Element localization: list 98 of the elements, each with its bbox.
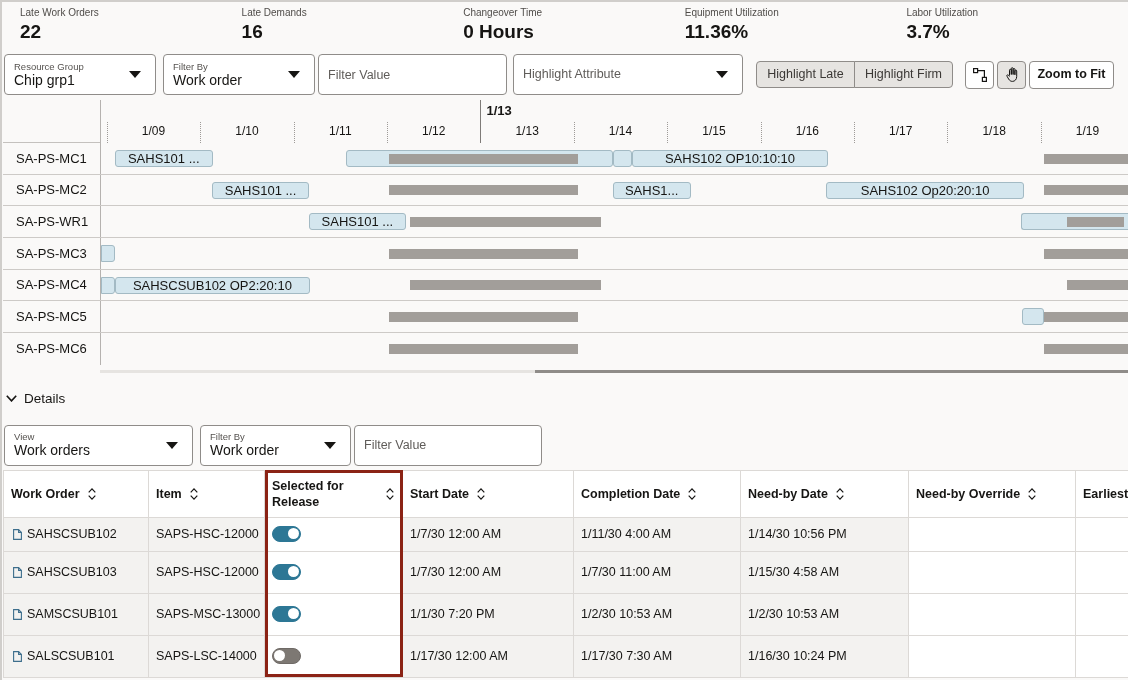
document-icon: [13, 650, 22, 662]
caret-icon: [166, 441, 178, 449]
kpi-label: Labor Utilization: [906, 6, 979, 20]
work-order-link[interactable]: SAHSCSUB103: [27, 564, 117, 580]
resource-label: SA-PS-WR1: [16, 213, 89, 230]
table-cell: 1/17/30 12:00 AM: [402, 635, 574, 678]
highlight-button[interactable]: Highlight Late: [756, 61, 855, 88]
table-cell: 1/16/30 10:24 PM: [740, 635, 909, 678]
table-cell: 1/17/30 7:30 AM: [573, 635, 741, 678]
work-order-link[interactable]: SAMSCSUB101: [27, 606, 118, 622]
kpi-value: 22: [20, 20, 42, 44]
task-bar[interactable]: SAHS102 OP10:10:10: [632, 150, 828, 167]
column-header[interactable]: Need-by Override: [908, 470, 1076, 518]
column-header[interactable]: Item: [148, 470, 265, 518]
toggle-switch[interactable]: [272, 606, 301, 623]
kpi-label: Changeover Time: [463, 6, 543, 20]
toggle-switch[interactable]: [272, 526, 301, 543]
current-date-label: 1/13: [486, 103, 512, 118]
details-toggle[interactable]: Details: [6, 390, 66, 407]
view-select[interactable]: View Work orders: [4, 424, 193, 466]
resource-label: SA-PS-MC1: [16, 150, 87, 167]
elbow-connector-icon: [972, 67, 987, 82]
highlight-attribute-select[interactable]: Highlight Attribute: [513, 54, 743, 95]
filter-by-select[interactable]: Filter By Work order: [200, 424, 351, 466]
toggle-switch[interactable]: [272, 648, 301, 665]
date-label: 1/09: [141, 124, 166, 138]
task-bar[interactable]: [612, 150, 633, 167]
table-cell: SAPS-LSC-14000: [148, 635, 265, 678]
table-cell: SAPS-HSC-12000: [148, 551, 265, 594]
document-icon: [13, 566, 22, 578]
work-order-link[interactable]: SAHSCSUB102: [27, 526, 117, 542]
task-bar[interactable]: SAHS1...: [612, 181, 691, 199]
resource-label: SA-PS-MC6: [16, 341, 87, 357]
table-cell: 1/11/30 4:00 AM: [573, 517, 741, 552]
filter-by-select[interactable]: Filter By Work order: [163, 54, 315, 95]
table-cell: 1/1/30 7:20 PM: [402, 593, 574, 636]
date-label: 1/10: [235, 124, 259, 138]
date-label: 1/19: [1075, 124, 1100, 138]
caret-icon: [288, 71, 300, 78]
date-label: 1/17: [889, 124, 913, 138]
date-label: 1/18: [982, 124, 1006, 138]
table-cell: 1/7/30 12:00 AM: [402, 551, 574, 594]
caret-icon: [129, 71, 141, 78]
resource-label: SA-PS-MC4: [16, 277, 87, 293]
table-cell: 1/15/30 4:58 AM: [740, 551, 909, 594]
task-bar[interactable]: [1022, 308, 1044, 326]
toggle-switch[interactable]: [272, 564, 301, 581]
task-bar[interactable]: [101, 245, 115, 263]
table-cell: 1/2/30 10:53 AM: [740, 593, 909, 636]
document-icon: [13, 608, 22, 620]
task-bar[interactable]: SAHSCSUB102 OP2:20:10: [114, 276, 311, 294]
task-bar[interactable]: [101, 276, 115, 294]
date-label: 1/13: [515, 124, 539, 138]
table-cell: SAPS-MSC-13000: [148, 593, 265, 636]
date-label: 1/11: [329, 124, 352, 138]
column-header[interactable]: Start Date: [402, 470, 574, 518]
date-label: 1/14: [608, 124, 633, 138]
date-label: 1/15: [702, 124, 726, 138]
table-cell: SAPS-HSC-12000: [148, 517, 265, 552]
horizontal-scrollbar[interactable]: [100, 369, 1128, 373]
connector-tool-button[interactable]: [965, 60, 994, 89]
task-bar[interactable]: SAHS101 ...: [114, 150, 213, 167]
task-bar[interactable]: SAHS101 ...: [211, 181, 310, 199]
column-header[interactable]: Work Order: [3, 470, 149, 518]
column-header[interactable]: Earliest: [1075, 470, 1128, 518]
non-working-time-bar: [1067, 216, 1125, 227]
kpi-label: Late Work Orders: [20, 6, 99, 20]
non-working-time-bar: [1067, 280, 1128, 291]
kpi-value: 3.7%: [906, 20, 950, 44]
kpi-value: 16: [241, 20, 263, 44]
kpi-label: Late Demands: [241, 6, 307, 20]
table-cell: 1/7/30 11:00 AM: [573, 551, 741, 594]
hand-icon: [1005, 67, 1018, 82]
caret-icon: [324, 441, 336, 449]
column-header[interactable]: Completion Date: [573, 470, 741, 518]
date-label: 1/12: [422, 124, 446, 138]
kpi-label: Equipment Utilization: [684, 6, 779, 20]
resource-label: SA-PS-MC3: [16, 245, 87, 262]
resource-label: SA-PS-MC2: [16, 182, 87, 198]
work-order-link[interactable]: SALSCSUB101: [27, 648, 115, 664]
task-bar[interactable]: SAHS102 Op20:20:10: [825, 181, 1025, 199]
date-label: 1/16: [795, 124, 819, 138]
column-header[interactable]: Need-by Date: [740, 470, 909, 518]
kpi-value: 11.36%: [684, 20, 749, 44]
filter-value-field[interactable]: Filter Value: [318, 54, 507, 95]
hand-tool-button[interactable]: [997, 60, 1026, 89]
zoom-to-fit-button[interactable]: Zoom to Fit: [1029, 60, 1114, 89]
caret-icon: [716, 71, 728, 78]
document-icon: [13, 528, 22, 540]
resource-label: SA-PS-MC5: [16, 309, 87, 325]
resource-group-select[interactable]: Resource Group Chip grp1: [4, 54, 156, 95]
highlight-button[interactable]: Highlight Firm: [854, 61, 953, 88]
filter-value-field[interactable]: Filter Value: [354, 424, 542, 466]
table-cell: 1/7/30 12:00 AM: [402, 517, 574, 552]
kpi-value: 0 Hours: [463, 20, 534, 44]
task-bar[interactable]: SAHS101 ...: [309, 213, 406, 231]
table-cell: 1/2/30 10:53 AM: [573, 593, 741, 636]
table-cell: 1/14/30 10:56 PM: [740, 517, 909, 552]
